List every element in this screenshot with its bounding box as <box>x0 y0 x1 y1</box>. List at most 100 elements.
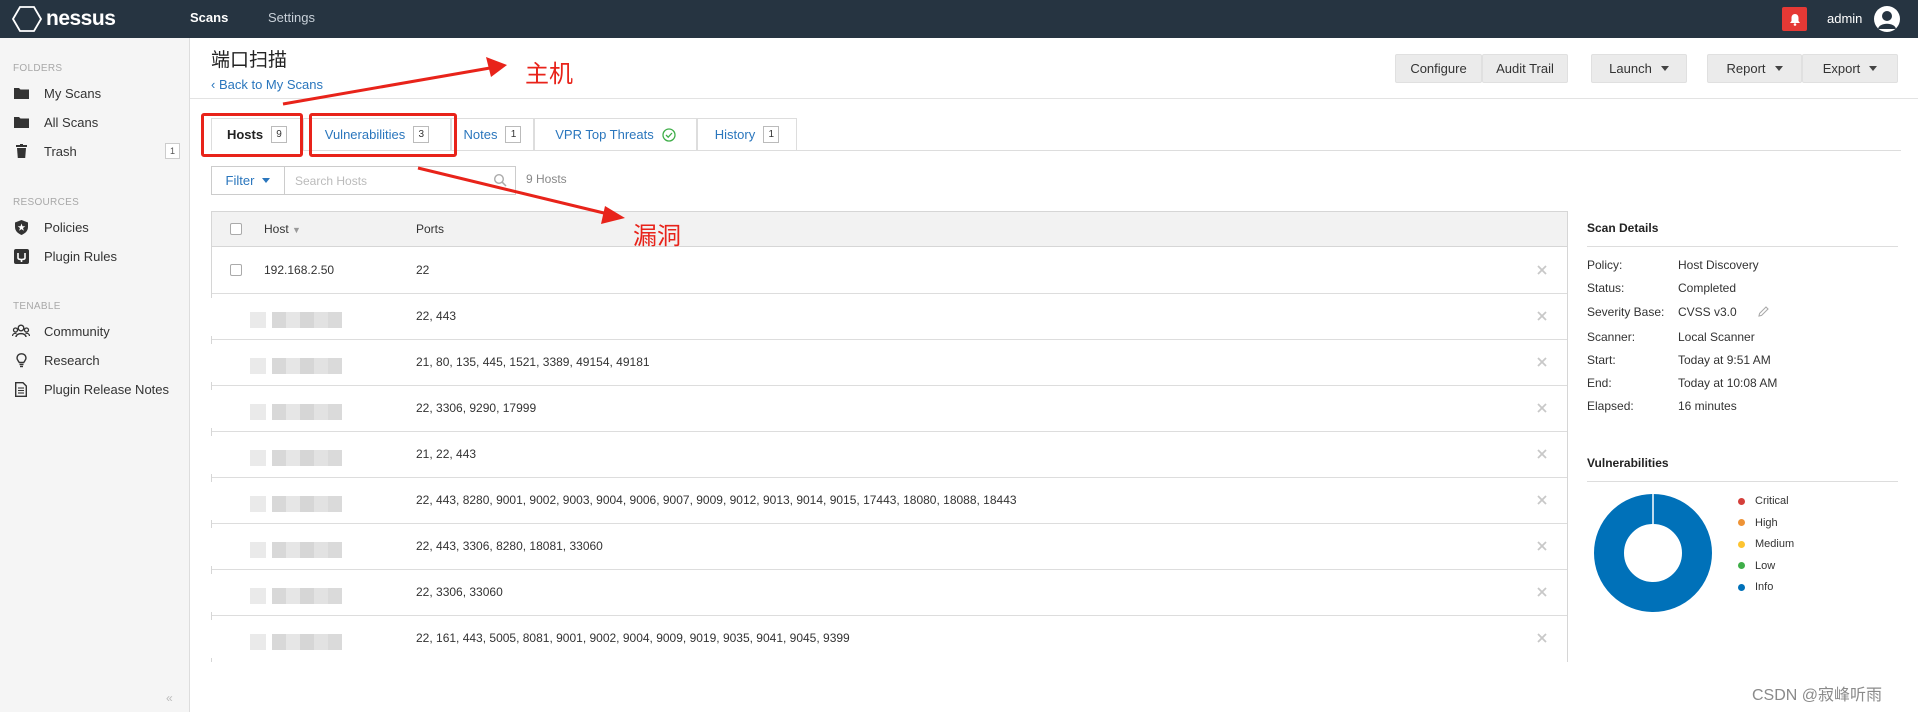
redacted-host-mask <box>192 436 362 474</box>
sidebar-item-my-scans[interactable]: My Scans <box>12 82 180 104</box>
export-button[interactable]: Export <box>1802 54 1898 83</box>
redacted-host-mask <box>192 344 362 382</box>
legend-item-high[interactable]: High <box>1738 517 1778 529</box>
nav-settings[interactable]: Settings <box>268 0 315 38</box>
launch-button[interactable]: Launch <box>1591 54 1687 83</box>
sidebar-item-plugin-release-notes[interactable]: Plugin Release Notes <box>12 378 180 400</box>
redacted-host-mask <box>192 390 362 428</box>
column-ports[interactable]: Ports <box>416 212 444 247</box>
remove-host-icon[interactable] <box>1536 586 1548 598</box>
redaction-pixel <box>250 358 266 374</box>
legend-item-medium[interactable]: Medium <box>1738 538 1794 550</box>
vulnerabilities-donut-chart[interactable] <box>1591 491 1715 615</box>
trash-count-badge: 1 <box>165 143 180 159</box>
hosts-count: 9 Hosts <box>526 172 567 186</box>
ports-cell: 22 <box>416 263 430 277</box>
nav-scans[interactable]: Scans <box>190 0 228 38</box>
ports-cell: 22, 3306, 33060 <box>416 585 503 599</box>
vulnerabilities-divider <box>1587 481 1898 482</box>
table-row[interactable]: 22, 443 <box>192 294 1567 340</box>
remove-host-icon[interactable] <box>1536 540 1548 552</box>
audit-trail-button[interactable]: Audit Trail <box>1482 54 1568 83</box>
table-row[interactable]: 21, 80, 135, 445, 1521, 3389, 49154, 491… <box>192 340 1567 386</box>
legend-item-info[interactable]: Info <box>1738 581 1773 593</box>
tab-label: History <box>714 127 756 142</box>
tab-label: VPR Top Threats <box>555 127 654 142</box>
detail-value: Today at 9:51 AM <box>1678 353 1771 367</box>
folder-icon <box>12 114 30 130</box>
redacted-host-mask <box>192 482 362 520</box>
back-to-my-scans-link[interactable]: ‹ Back to My Scans <box>211 77 323 92</box>
remove-host-icon[interactable] <box>1536 632 1548 644</box>
sidebar-item-trash[interactable]: Trash 1 <box>12 140 180 162</box>
select-all-checkbox[interactable] <box>230 223 242 235</box>
ports-cell: 22, 443, 8280, 9001, 9002, 9003, 9004, 9… <box>416 493 1017 507</box>
remove-host-icon[interactable] <box>1536 448 1548 460</box>
remove-host-icon[interactable] <box>1536 402 1548 414</box>
tab-vpr-top-threats[interactable]: VPR Top Threats <box>534 118 697 151</box>
legend-label: Info <box>1755 581 1774 593</box>
edit-pencil-icon[interactable] <box>1757 305 1770 318</box>
tab-history[interactable]: History 1 <box>697 118 797 151</box>
ports-cell: 22, 443 <box>416 309 457 323</box>
legend-item-critical[interactable]: Critical <box>1738 495 1789 507</box>
remove-host-icon[interactable] <box>1536 356 1548 368</box>
tab-notes[interactable]: Notes 1 <box>451 118 534 151</box>
table-row[interactable]: 22, 443, 8280, 9001, 9002, 9003, 9004, 9… <box>192 478 1567 524</box>
scan-details-title: Scan Details <box>1587 221 1659 235</box>
trash-icon <box>12 143 30 159</box>
sidebar-section-resources: RESOURCES <box>13 197 80 208</box>
row-checkbox[interactable] <box>230 264 242 276</box>
redacted-host-mask <box>192 298 362 336</box>
legend-item-low[interactable]: Low <box>1738 560 1775 572</box>
host-cell[interactable]: 192.168.2.50 <box>264 248 334 293</box>
table-row[interactable]: 22, 443, 3306, 8280, 18081, 33060 <box>192 524 1567 570</box>
redaction-pixel <box>272 634 342 650</box>
launch-label: Launch <box>1609 61 1652 76</box>
sidebar-item-policies[interactable]: Policies <box>12 216 180 238</box>
table-row[interactable]: 192.168.2.50 22 <box>212 248 1567 294</box>
redacted-host-mask <box>192 620 362 658</box>
export-label: Export <box>1822 61 1861 76</box>
sidebar-item-label: Community <box>44 323 110 339</box>
search-icon[interactable] <box>493 173 507 187</box>
user-menu[interactable]: admin <box>1827 0 1862 38</box>
search-hosts-box <box>284 166 516 195</box>
sidebar-item-plugin-rules[interactable]: Plugin Rules <box>12 245 180 267</box>
report-button[interactable]: Report <box>1707 54 1802 83</box>
column-host-label: Host <box>264 222 289 236</box>
redaction-pixel <box>250 588 266 604</box>
redaction-pixel <box>250 634 266 650</box>
user-avatar-icon[interactable] <box>1874 6 1900 32</box>
legend-label: Low <box>1755 559 1776 572</box>
sidebar-collapse-button[interactable]: « <box>166 691 173 705</box>
legend-label: Critical <box>1755 495 1789 507</box>
redaction-pixel <box>272 542 342 558</box>
table-row[interactable]: 22, 3306, 33060 <box>192 570 1567 616</box>
filter-button[interactable]: Filter <box>211 166 285 195</box>
check-circle-icon <box>662 127 676 142</box>
ports-cell: 22, 3306, 9290, 17999 <box>416 401 537 415</box>
sidebar-item-label: My Scans <box>44 85 102 101</box>
remove-host-icon[interactable] <box>1536 494 1548 506</box>
detail-label: Start: <box>1587 353 1616 367</box>
annotation-box-vulnerabilities <box>309 113 457 157</box>
remove-host-icon[interactable] <box>1536 264 1548 276</box>
sidebar-item-community[interactable]: Community <box>12 320 180 342</box>
sidebar-item-all-scans[interactable]: All Scans <box>12 111 180 133</box>
ports-cell: 22, 161, 443, 5005, 8081, 9001, 9002, 90… <box>416 631 850 645</box>
table-row[interactable]: 21, 22, 443 <box>192 432 1567 478</box>
table-row[interactable]: 22, 3306, 9290, 17999 <box>192 386 1567 432</box>
table-row[interactable]: 22, 161, 443, 5005, 8081, 9001, 9002, 90… <box>192 616 1567 662</box>
chevron-down-icon <box>262 178 271 183</box>
search-hosts-input[interactable] <box>285 167 475 194</box>
column-host[interactable]: Host ▼ <box>264 212 301 247</box>
nessus-logo[interactable]: nessus <box>12 6 116 32</box>
lightbulb-icon <box>12 352 30 368</box>
redacted-host-mask <box>192 574 362 612</box>
configure-button[interactable]: Configure <box>1395 54 1482 83</box>
remove-host-icon[interactable] <box>1536 310 1548 322</box>
nessus-hexagon-icon <box>12 6 42 32</box>
notifications-button[interactable] <box>1782 7 1807 31</box>
sidebar-item-research[interactable]: Research <box>12 349 180 371</box>
